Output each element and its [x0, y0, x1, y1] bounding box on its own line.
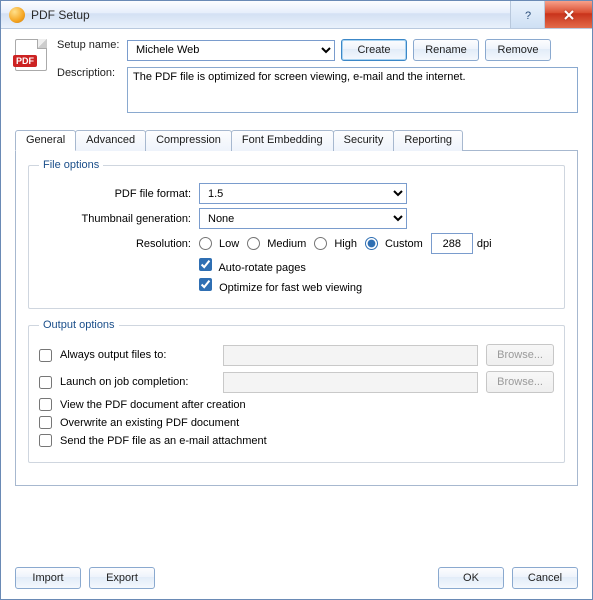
app-icon	[9, 7, 25, 23]
always-output-path	[223, 345, 478, 366]
close-button[interactable]	[544, 1, 592, 28]
tabs: General Advanced Compression Font Embedd…	[15, 129, 578, 486]
resolution-medium[interactable]: Medium	[247, 237, 306, 250]
autorotate-checkbox[interactable]: Auto-rotate pages	[199, 258, 306, 274]
view-after-checkbox[interactable]: View the PDF document after creation	[39, 398, 246, 411]
file-options-legend: File options	[39, 159, 103, 171]
import-button[interactable]: Import	[15, 567, 81, 589]
resolution-low[interactable]: Low	[199, 237, 239, 250]
resolution-label: Resolution:	[39, 238, 199, 250]
setup-name-label: Setup name:	[57, 39, 127, 51]
svg-text:?: ?	[525, 10, 531, 21]
tab-compression[interactable]: Compression	[145, 130, 232, 151]
tab-general[interactable]: General	[15, 130, 76, 151]
output-options-group: Output options Always output files to: B…	[28, 319, 565, 463]
create-button[interactable]: Create	[341, 39, 407, 61]
optimize-checkbox[interactable]: Optimize for fast web viewing	[199, 278, 362, 294]
tab-security[interactable]: Security	[333, 130, 395, 151]
description-textarea[interactable]: The PDF file is optimized for screen vie…	[127, 67, 578, 113]
launch-completion-checkbox[interactable]: Launch on job completion:	[39, 376, 215, 389]
file-options-group: File options PDF file format: 1.5 Thumbn…	[28, 159, 565, 309]
dpi-unit-label: dpi	[477, 238, 492, 250]
tab-page-general: File options PDF file format: 1.5 Thumbn…	[15, 151, 578, 486]
resolution-high[interactable]: High	[314, 237, 357, 250]
send-email-checkbox[interactable]: Send the PDF file as an e-mail attachmen…	[39, 434, 267, 447]
output-options-legend: Output options	[39, 319, 119, 331]
remove-button[interactable]: Remove	[485, 39, 551, 61]
launch-path	[223, 372, 478, 393]
help-button[interactable]: ?	[510, 1, 544, 28]
pdf-format-label: PDF file format:	[39, 188, 199, 200]
pdf-icon: PDF	[15, 39, 47, 71]
resolution-dpi-input[interactable]	[431, 233, 473, 254]
tab-reporting[interactable]: Reporting	[393, 130, 463, 151]
resolution-custom[interactable]: Custom	[365, 237, 423, 250]
ok-button[interactable]: OK	[438, 567, 504, 589]
cancel-button[interactable]: Cancel	[512, 567, 578, 589]
export-button[interactable]: Export	[89, 567, 155, 589]
overwrite-checkbox[interactable]: Overwrite an existing PDF document	[39, 416, 239, 429]
tab-advanced[interactable]: Advanced	[75, 130, 146, 151]
dialog-footer: Import Export OK Cancel	[15, 557, 578, 589]
help-icon: ?	[522, 9, 534, 21]
description-label: Description:	[57, 67, 127, 79]
pdf-format-select[interactable]: 1.5	[199, 183, 407, 204]
browse-output-button[interactable]: Browse...	[486, 344, 554, 366]
titlebar: PDF Setup ?	[1, 1, 592, 29]
close-icon	[563, 9, 575, 21]
setup-name-combo[interactable]: Michele Web	[127, 40, 335, 61]
browse-launch-button[interactable]: Browse...	[486, 371, 554, 393]
thumbnail-label: Thumbnail generation:	[39, 213, 199, 225]
tab-font-embedding[interactable]: Font Embedding	[231, 130, 334, 151]
pdf-setup-window: PDF Setup ? PDF Setup name: Michele Web	[0, 0, 593, 600]
thumbnail-select[interactable]: None	[199, 208, 407, 229]
always-output-checkbox[interactable]: Always output files to:	[39, 349, 215, 362]
rename-button[interactable]: Rename	[413, 39, 479, 61]
window-title: PDF Setup	[31, 8, 510, 22]
